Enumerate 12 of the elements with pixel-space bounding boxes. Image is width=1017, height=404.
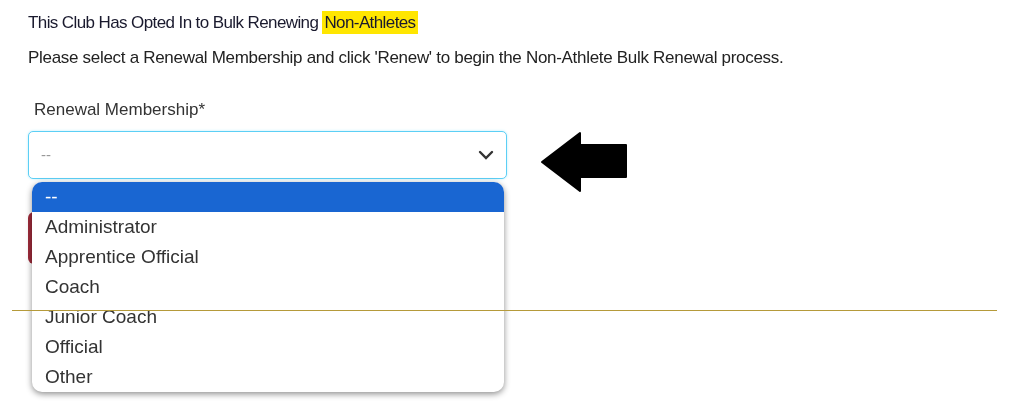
dropdown-option[interactable]: Other (32, 362, 504, 392)
dropdown-option[interactable]: Official (32, 332, 504, 362)
chevron-down-icon (478, 150, 494, 160)
dropdown-option[interactable]: Junior Coach (32, 302, 504, 332)
dropdown-option[interactable]: Apprentice Official (32, 242, 504, 272)
dropdown-option[interactable]: -- (32, 182, 504, 212)
instructions-text: Please select a Renewal Membership and click 'Renew' to begin the Non-Athlete Bulk Renewal process. (28, 47, 784, 69)
field-label: Renewal Membership* (34, 100, 206, 119)
section-heading: This Club Has Opted In to Bulk Renewing Non-Athletes (28, 10, 418, 36)
dropdown-option[interactable]: Coach (32, 272, 504, 302)
arrow-left-icon (540, 131, 628, 193)
dropdown-option[interactable]: Administrator (32, 212, 504, 242)
